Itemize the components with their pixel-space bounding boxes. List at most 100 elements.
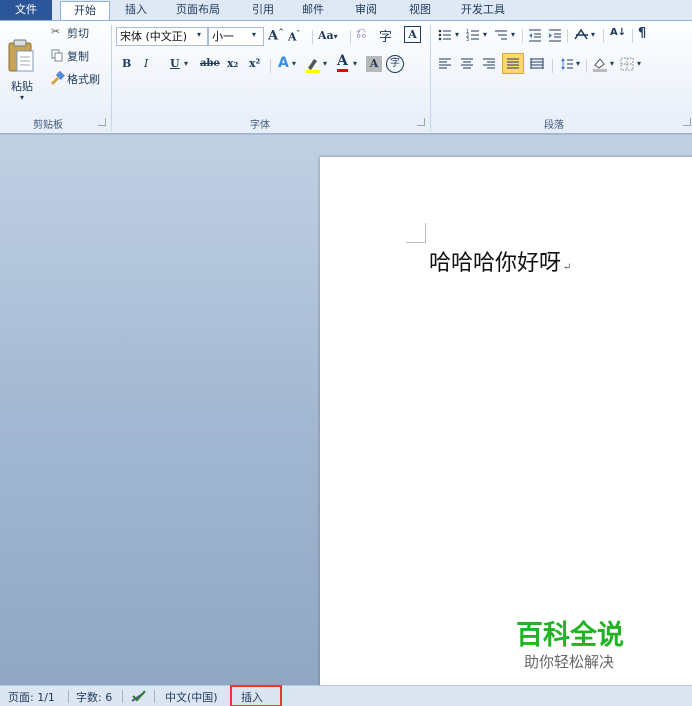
- document-text-line[interactable]: 哈哈哈你好呀 ↵: [429, 245, 571, 277]
- margin-corner-mark: [406, 223, 426, 243]
- status-divider: [154, 690, 155, 703]
- character-border-icon[interactable]: A: [404, 26, 421, 43]
- status-divider: [68, 690, 69, 703]
- font-name-value: 宋体 (中文正): [120, 30, 188, 43]
- paste-label[interactable]: 粘贴: [11, 78, 33, 94]
- font-launcher-icon[interactable]: [417, 118, 425, 126]
- status-language[interactable]: 中文(中国): [165, 689, 218, 705]
- chinese-layout-icon[interactable]: [573, 27, 591, 43]
- cut-icon[interactable]: ✂: [51, 25, 60, 38]
- superscript-button[interactable]: x²: [249, 57, 260, 70]
- shading-icon[interactable]: [592, 56, 608, 72]
- paragraph-launcher-icon[interactable]: [683, 118, 691, 126]
- clipboard-launcher-icon[interactable]: [98, 118, 106, 126]
- tab-references[interactable]: 引用: [252, 0, 274, 20]
- font-size-value: 小一: [212, 30, 234, 43]
- borders-dropdown-icon[interactable]: ▾: [637, 59, 641, 68]
- show-marks-icon[interactable]: ¶: [638, 26, 646, 41]
- toolbar-divider: [632, 29, 633, 43]
- decrease-indent-icon[interactable]: [528, 28, 542, 42]
- text-effects-icon[interactable]: A: [278, 55, 289, 71]
- document-text[interactable]: 哈哈哈你好呀: [429, 251, 561, 276]
- bullets-icon[interactable]: [438, 28, 452, 42]
- proofing-icon[interactable]: [130, 689, 148, 704]
- justify-button[interactable]: [502, 53, 524, 74]
- sort-label: A↓: [610, 27, 627, 38]
- clear-formatting-icon[interactable]: ⎌: [356, 26, 366, 41]
- font-color-dropdown-icon[interactable]: ▾: [353, 59, 357, 68]
- highlight-dropdown-icon[interactable]: ▾: [323, 59, 327, 68]
- align-center-icon[interactable]: [460, 57, 474, 71]
- grow-font-button[interactable]: A^: [268, 27, 284, 43]
- numbering-icon[interactable]: 123: [466, 28, 480, 43]
- ribbon-tab-bar: 文件 开始 插入 页面布局 引用 邮件 审阅 视图 开发工具: [0, 0, 692, 21]
- underline-button[interactable]: U: [170, 57, 180, 70]
- status-bar: 页面: 1/1 字数: 6 中文(中国) 插入: [0, 685, 692, 706]
- tab-file[interactable]: 文件: [0, 0, 52, 20]
- paragraph-group-label: 段落: [544, 120, 564, 131]
- numbering-dropdown-icon[interactable]: ▾: [483, 30, 487, 39]
- strikethrough-button[interactable]: abe: [200, 58, 220, 69]
- font-name-dropdown-icon[interactable]: ▾: [197, 30, 201, 39]
- distributed-icon[interactable]: [530, 57, 544, 71]
- chinese-layout-dropdown-icon[interactable]: ▾: [591, 30, 595, 39]
- multilevel-dropdown-icon[interactable]: ▾: [511, 30, 515, 39]
- status-divider: [122, 690, 123, 703]
- multilevel-list-icon[interactable]: [494, 28, 508, 42]
- document-page[interactable]: 哈哈哈你好呀 ↵ 百科全说 助你轻松解决: [320, 157, 692, 687]
- clipboard-group-label: 剪贴板: [33, 120, 63, 131]
- group-divider: [111, 25, 112, 131]
- grow-font-label: A: [268, 28, 279, 44]
- group-divider: [430, 25, 431, 131]
- sort-button[interactable]: A↓: [610, 27, 626, 38]
- toolbar-divider: [312, 30, 313, 44]
- line-spacing-icon[interactable]: [560, 57, 574, 71]
- paste-dropdown-icon[interactable]: ▾: [20, 93, 24, 102]
- paste-icon: [8, 39, 34, 72]
- tab-page-layout[interactable]: 页面布局: [176, 0, 220, 20]
- highlight-color-icon[interactable]: [304, 56, 322, 74]
- format-painter-icon[interactable]: [49, 70, 65, 85]
- tab-mailings[interactable]: 邮件: [302, 0, 324, 20]
- text-effects-dropdown-icon[interactable]: ▾: [292, 59, 296, 68]
- toolbar-divider: [586, 59, 587, 73]
- font-size-dropdown-icon[interactable]: ▾: [252, 30, 256, 39]
- cut-button[interactable]: 剪切: [67, 25, 89, 41]
- format-painter-button[interactable]: 格式刷: [67, 71, 100, 87]
- toolbar-divider: [270, 59, 271, 73]
- copy-button[interactable]: 复制: [67, 48, 89, 64]
- tab-insert[interactable]: 插入: [125, 0, 147, 20]
- change-case-label: Aa: [318, 29, 334, 42]
- subscript-button[interactable]: x₂: [227, 57, 238, 70]
- underline-dropdown-icon[interactable]: ▾: [184, 59, 188, 68]
- tab-home[interactable]: 开始: [60, 1, 110, 21]
- font-color-button[interactable]: A: [337, 54, 348, 72]
- tab-view[interactable]: 视图: [409, 0, 431, 20]
- justify-icon: [507, 58, 519, 69]
- bullets-dropdown-icon[interactable]: ▾: [455, 30, 459, 39]
- borders-icon[interactable]: [620, 57, 634, 71]
- toolbar-divider: [567, 29, 568, 43]
- shading-dropdown-icon[interactable]: ▾: [610, 59, 614, 68]
- toolbar-divider: [350, 30, 351, 44]
- enclose-characters-button[interactable]: 字: [386, 55, 404, 73]
- align-left-icon[interactable]: [438, 57, 452, 71]
- paste-button[interactable]: [6, 39, 36, 75]
- status-page-count[interactable]: 页面: 1/1: [8, 689, 55, 705]
- align-right-icon[interactable]: [482, 57, 496, 71]
- copy-icon[interactable]: [51, 49, 64, 62]
- phonetic-guide-icon[interactable]: 字: [379, 26, 392, 45]
- line-spacing-dropdown-icon[interactable]: ▾: [576, 59, 580, 68]
- tab-developer[interactable]: 开发工具: [461, 0, 505, 20]
- tab-review[interactable]: 审阅: [355, 0, 377, 20]
- character-shading-button[interactable]: A: [366, 56, 382, 72]
- status-word-count[interactable]: 字数: 6: [76, 689, 112, 705]
- font-name-select[interactable]: 宋体 (中文正): [116, 27, 208, 46]
- increase-indent-icon[interactable]: [548, 28, 562, 42]
- toolbar-divider: [552, 59, 553, 73]
- status-insert-mode[interactable]: 插入: [241, 689, 263, 705]
- shrink-font-button[interactable]: Aˇ: [288, 29, 300, 44]
- bold-button[interactable]: B: [122, 57, 131, 70]
- italic-button[interactable]: I: [144, 57, 148, 70]
- change-case-button[interactable]: Aa▾: [318, 29, 338, 42]
